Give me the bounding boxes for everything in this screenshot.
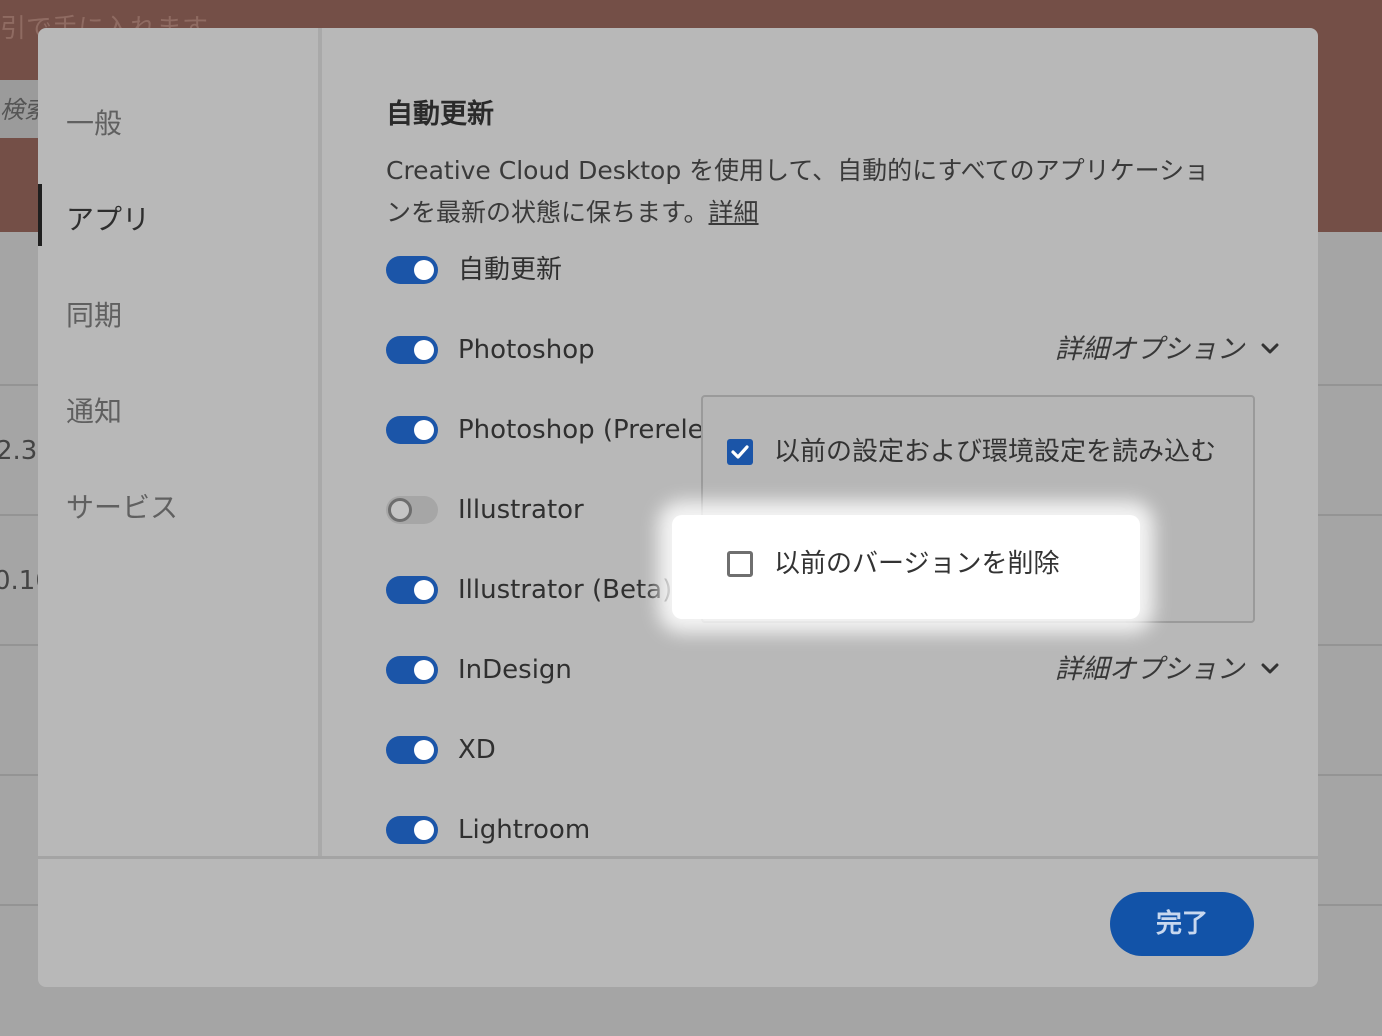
active-nav-indicator (38, 184, 42, 246)
section-description: Creative Cloud Desktop を使用して、自動的にすべてのアプリ… (386, 150, 1266, 234)
description-text: Creative Cloud Desktop を使用して、自動的にすべてのアプリ… (386, 156, 1210, 185)
learn-more-link[interactable]: 詳細 (709, 198, 759, 227)
app-label: XD (458, 735, 496, 765)
app-label: InDesign (458, 655, 572, 685)
advanced-options-label: 詳細オプション (1055, 654, 1244, 685)
description-text: ンを最新の状態に保ちます。 (386, 198, 709, 227)
photoshop-toggle[interactable] (386, 336, 438, 364)
app-label: Illustrator (Beta) (458, 575, 673, 605)
background-version-value: 2.3 (0, 436, 38, 466)
preferences-sidebar: 一般 アプリ 同期 通知 サービス (38, 28, 322, 856)
done-button[interactable]: 完了 (1110, 892, 1254, 956)
remove-old-versions-checkbox[interactable] (727, 551, 753, 577)
chevron-down-icon (1261, 343, 1279, 354)
app-label: Illustrator (458, 495, 584, 525)
sidebar-item-sync[interactable]: 同期 (66, 294, 122, 334)
indesign-toggle[interactable] (386, 656, 438, 684)
chevron-down-icon (1261, 663, 1279, 674)
photoshop-prerelease-toggle[interactable] (386, 416, 438, 444)
app-label: 自動更新 (458, 255, 563, 285)
app-label: Photoshop (458, 335, 595, 365)
sidebar-item-notifications[interactable]: 通知 (66, 390, 122, 430)
sidebar-item-general[interactable]: 一般 (66, 102, 122, 142)
section-title: 自動更新 (386, 99, 494, 130)
illustrator-toggle[interactable] (386, 496, 438, 524)
auto-update-toggle[interactable] (386, 256, 438, 284)
sidebar-item-services[interactable]: サービス (66, 486, 178, 526)
advanced-options-label: 詳細オプション (1055, 334, 1244, 365)
import-settings-checkbox[interactable] (727, 439, 753, 465)
sidebar-item-apps[interactable]: アプリ (66, 198, 150, 238)
remove-old-versions-label: 以前のバージョンを削除 (774, 549, 1060, 579)
footer-divider (38, 856, 1318, 859)
photoshop-advanced-options[interactable]: 詳細オプション (1055, 330, 1279, 370)
indesign-advanced-options[interactable]: 詳細オプション (1055, 650, 1279, 690)
xd-toggle[interactable] (386, 736, 438, 764)
lightroom-toggle[interactable] (386, 816, 438, 844)
checkmark-icon (731, 445, 749, 459)
import-settings-label: 以前の設定および環境設定を読み込む (774, 437, 1217, 467)
app-label: Lightroom (458, 815, 591, 845)
illustrator-beta-toggle[interactable] (386, 576, 438, 604)
